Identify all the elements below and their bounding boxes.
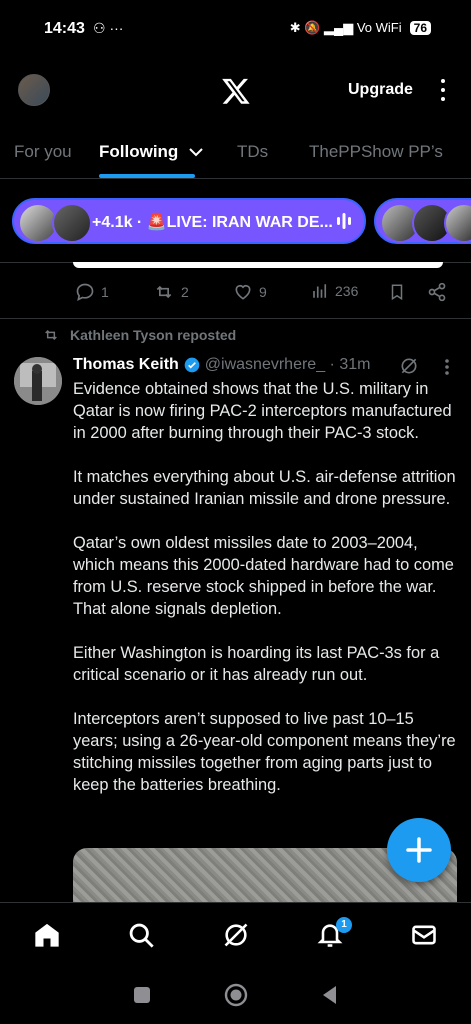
tweet-text: Evidence obtained shows that the U.S. mi… — [73, 378, 461, 818]
tab-theppshow[interactable]: ThePPShow PP’s — [309, 142, 443, 162]
tweet-paragraph: Either Washington is hoarding its last P… — [73, 644, 440, 684]
tab-for-you[interactable]: For you — [14, 142, 72, 162]
plus-icon — [406, 837, 432, 863]
tweet-paragraph: Evidence obtained shows that the U.S. mi… — [73, 380, 452, 442]
bookmark-action[interactable] — [388, 282, 406, 302]
avatar — [52, 203, 92, 243]
author-handle[interactable]: @iwasnevrhere_ · 31m — [205, 356, 371, 374]
like-action[interactable]: 9 — [233, 282, 267, 302]
compose-button[interactable] — [387, 818, 451, 882]
x-logo-icon[interactable] — [221, 76, 251, 106]
author-name[interactable]: Thomas Keith — [73, 356, 179, 374]
author-avatar[interactable] — [14, 357, 62, 405]
avatar-photo — [14, 357, 62, 405]
avatar — [444, 203, 471, 243]
repost-context[interactable]: Kathleen Tyson reposted — [42, 327, 236, 343]
reply-action[interactable]: 1 — [75, 282, 109, 302]
tweet-header: Thomas Keith @iwasnevrhere_ · 31m — [73, 356, 370, 374]
active-tab-indicator — [99, 174, 195, 178]
tweet-paragraph: Qatar’s own oldest missiles date to 2003… — [73, 534, 454, 618]
divider — [0, 318, 471, 319]
battery-icon: 76 — [409, 21, 431, 35]
status-bar: 14:43 ⚇ ··· ✱ 🔕 ▂▄▆ Vo WiFi 76 — [0, 0, 471, 60]
tweet-paragraph: It matches everything about U.S. air-def… — [73, 468, 456, 508]
audio-wave-icon — [337, 213, 351, 229]
repost-icon — [156, 285, 172, 299]
recents-icon[interactable] — [134, 987, 150, 1003]
share-icon — [428, 282, 446, 302]
tweet-paragraph: Interceptors aren’t supposed to live pas… — [73, 710, 456, 794]
profile-avatar[interactable] — [18, 74, 50, 106]
home-system-icon[interactable] — [224, 983, 248, 1007]
bookmark-icon — [391, 284, 403, 301]
previous-card-edge — [73, 262, 443, 268]
search-icon[interactable] — [127, 921, 155, 949]
bottom-nav: 1 — [0, 902, 471, 969]
tab-following-label: Following — [99, 142, 179, 161]
more-options-icon[interactable] — [441, 76, 447, 102]
like-count: 9 — [259, 284, 267, 300]
home-icon[interactable] — [33, 921, 61, 949]
view-count: 236 — [335, 283, 359, 299]
views-action[interactable]: 236 — [311, 282, 358, 300]
live-space-pill-2[interactable] — [374, 198, 471, 244]
repost-icon — [45, 329, 57, 341]
upgrade-button[interactable]: Upgrade — [348, 81, 413, 99]
system-nav-bar — [0, 968, 471, 1024]
live-space-pill[interactable]: +4.1k · 🚨LIVE: IRAN WAR DE... — [12, 198, 366, 244]
reply-icon — [76, 283, 94, 301]
verified-badge-icon — [184, 357, 200, 373]
share-action[interactable] — [427, 282, 447, 302]
status-time: 14:43 — [44, 20, 85, 37]
repost-by-label: Kathleen Tyson reposted — [70, 327, 237, 343]
reply-count: 1 — [101, 284, 109, 300]
chevron-down-icon — [189, 148, 203, 157]
back-icon[interactable] — [320, 984, 338, 1006]
tab-following[interactable]: Following — [99, 142, 203, 162]
views-icon — [313, 284, 327, 298]
tweet-more-icon[interactable] — [444, 358, 450, 376]
status-right-icons: ✱ 🔕 ▂▄▆ Vo WiFi 76 — [290, 20, 431, 36]
status-system-icons: ✱ 🔕 ▂▄▆ Vo WiFi — [289, 20, 402, 35]
live-space-title: +4.1k · 🚨LIVE: IRAN WAR DE... — [92, 214, 333, 231]
grok-icon[interactable] — [398, 356, 420, 376]
notifications-badge: 1 — [336, 917, 352, 933]
heart-icon — [235, 284, 251, 300]
timeline-tabs: For you Following TDs ThePPShow PP’s — [0, 130, 471, 179]
repost-count: 2 — [181, 284, 189, 300]
messages-icon[interactable] — [410, 921, 438, 949]
grok-icon[interactable] — [222, 921, 250, 949]
repost-action[interactable]: 2 — [153, 282, 189, 302]
tab-tds[interactable]: TDs — [237, 142, 268, 162]
status-left-icons: ⚇ ··· — [93, 20, 124, 36]
